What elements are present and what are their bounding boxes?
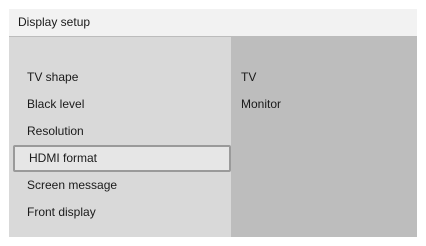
option-list: TV Monitor: [241, 64, 281, 118]
menu-item-hdmi-format[interactable]: HDMI format: [13, 145, 231, 172]
menu-item-tv-shape[interactable]: TV shape: [9, 64, 231, 91]
menu-item-resolution[interactable]: Resolution: [9, 118, 231, 145]
option-tv[interactable]: TV: [241, 64, 281, 91]
menu-item-screen-message[interactable]: Screen message: [9, 172, 231, 199]
display-setup-screen: Display setup TV shape Black level Resol…: [9, 9, 417, 237]
settings-menu: TV shape Black level Resolution HDMI for…: [9, 64, 231, 226]
page-title: Display setup: [18, 15, 91, 29]
settings-menu-panel: TV shape Black level Resolution HDMI for…: [9, 37, 231, 237]
menu-item-black-level[interactable]: Black level: [9, 91, 231, 118]
title-bar: Display setup: [9, 9, 417, 36]
options-panel: TV Monitor: [231, 37, 417, 237]
menu-item-front-display[interactable]: Front display: [9, 199, 231, 226]
option-monitor[interactable]: Monitor: [241, 91, 281, 118]
